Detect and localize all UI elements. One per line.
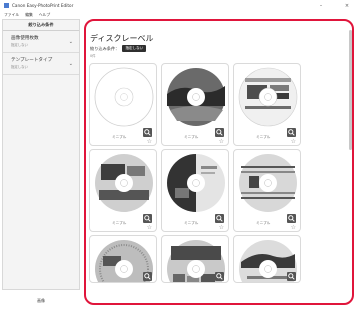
- star-icon[interactable]: ☆: [147, 139, 152, 145]
- template-label: ミニプル: [256, 221, 271, 225]
- menu-bar: ファイル 編集 ヘルプ: [0, 11, 357, 18]
- template-card[interactable]: ミニプル ☆: [89, 63, 157, 146]
- menu-help[interactable]: ヘルプ: [39, 12, 50, 18]
- template-card[interactable]: ミニプル ☆: [89, 149, 157, 232]
- scrollbar[interactable]: [349, 30, 352, 150]
- magnifier-icon[interactable]: [287, 128, 296, 137]
- page-title: ディスクレーベル: [90, 34, 154, 43]
- disc-preview: [167, 154, 225, 212]
- disc-preview: [239, 154, 297, 212]
- filter-template-type[interactable]: テンプレートタイプ 指定しない ⌄: [3, 53, 79, 75]
- condition-label: 絞り込み条件：: [90, 45, 120, 51]
- star-icon[interactable]: ☆: [219, 139, 224, 145]
- template-card[interactable]: [89, 235, 157, 283]
- result-count: 0件: [90, 54, 96, 58]
- filter-condition: 絞り込み条件： 指定しない: [90, 45, 147, 52]
- menu-edit[interactable]: 編集: [25, 12, 33, 18]
- template-card[interactable]: ミニプル ☆: [233, 63, 301, 146]
- title-bar: Canon Easy-PhotoPrint Editor: [0, 0, 357, 11]
- chevron-down-icon[interactable]: ⌄: [69, 39, 73, 45]
- star-icon[interactable]: ☆: [147, 225, 152, 231]
- magnifier-icon[interactable]: [215, 128, 224, 137]
- disc-preview: [238, 67, 298, 127]
- window-title: Canon Easy-PhotoPrint Editor: [12, 3, 74, 8]
- magnifier-icon[interactable]: [143, 272, 152, 281]
- template-label: ミニプル: [112, 135, 127, 139]
- tab-images[interactable]: 画像: [2, 292, 80, 310]
- chevron-down-icon[interactable]: ⌄: [69, 61, 73, 67]
- app-icon: [4, 3, 9, 8]
- star-icon[interactable]: ☆: [219, 225, 224, 231]
- disc-preview: [94, 67, 154, 127]
- template-label: ミニプル: [112, 221, 127, 225]
- magnifier-icon[interactable]: [215, 214, 224, 223]
- template-card[interactable]: ミニプル ☆: [161, 63, 229, 146]
- template-card[interactable]: ミニプル ☆: [233, 149, 301, 232]
- sidebar-header: 絞り込み条件: [3, 20, 79, 31]
- template-card[interactable]: ミニプル ☆: [161, 149, 229, 232]
- template-card[interactable]: [161, 235, 229, 283]
- template-label: ミニプル: [184, 221, 199, 225]
- template-card[interactable]: [233, 235, 301, 283]
- menu-file[interactable]: ファイル: [4, 12, 19, 18]
- magnifier-icon[interactable]: [215, 272, 224, 281]
- template-label: ミニプル: [184, 135, 199, 139]
- disc-preview: [167, 68, 225, 126]
- disc-preview: [95, 154, 153, 212]
- star-icon[interactable]: ☆: [291, 225, 296, 231]
- filter-sidebar: 絞り込み条件 画像使用枚数 指定しない ⌄ テンプレートタイプ 指定しない ⌄: [2, 19, 80, 290]
- magnifier-icon[interactable]: [287, 214, 296, 223]
- template-label: ミニプル: [256, 135, 271, 139]
- condition-badge[interactable]: 指定しない: [122, 45, 147, 52]
- filter-image-count[interactable]: 画像使用枚数 指定しない ⌄: [3, 31, 79, 53]
- magnifier-icon[interactable]: [143, 214, 152, 223]
- close-button[interactable]: ×: [340, 0, 354, 11]
- star-icon[interactable]: ☆: [291, 139, 296, 145]
- minimize-button[interactable]: –: [314, 0, 328, 11]
- magnifier-icon[interactable]: [143, 128, 152, 137]
- magnifier-icon[interactable]: [287, 272, 296, 281]
